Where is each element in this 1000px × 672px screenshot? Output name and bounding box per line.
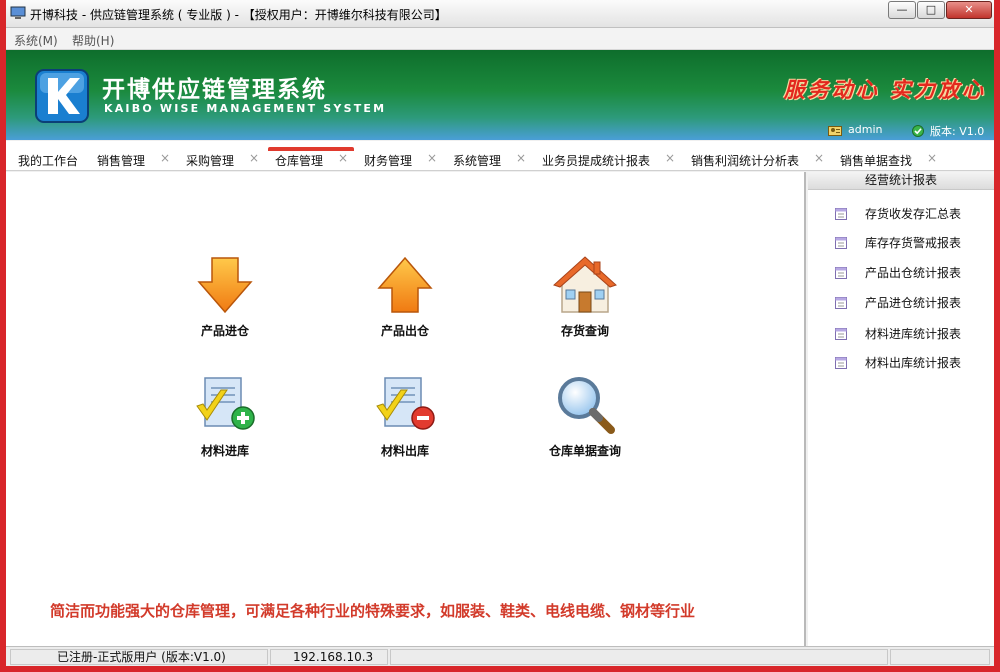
tile-label: 材料出库	[380, 444, 429, 458]
slogan: 服务动心 实力放心	[783, 77, 986, 102]
report-doc-icon	[835, 327, 847, 340]
promo-text: 简洁而功能强大的仓库管理，可满足各种行业的特殊要求，如服装、鞋类、电线电缆、钢材…	[50, 602, 696, 620]
tab-close-icon[interactable]: ×	[160, 151, 170, 165]
tab-close-icon[interactable]: ×	[814, 151, 824, 165]
minimize-button[interactable]: —	[888, 1, 916, 19]
side-item-stock-alert[interactable]: 库存存货警戒报表	[834, 234, 961, 251]
report-doc-icon	[835, 236, 847, 249]
tile-label: 材料进库	[200, 444, 249, 458]
tab-workbench[interactable]: 我的工作台	[18, 152, 78, 169]
tab-close-icon[interactable]: ×	[516, 151, 526, 165]
header-banner: 开博供应链管理系统 KAIBO WISE MANAGEMENT SYSTEM 服…	[6, 50, 994, 140]
side-item-label: 材料进库统计报表	[865, 327, 962, 341]
inventory-query-tile[interactable]: 存货查询	[525, 254, 645, 339]
tab-sales-doc-search[interactable]: 销售单据查找	[840, 152, 912, 169]
menu-bar: 系统(M) 帮助(H)	[6, 28, 994, 50]
app-window: 开博科技 - 供应链管理系统 ( 专业版 ) - 【授权用户：开博维尔科技有限公…	[6, 0, 994, 666]
tab-close-icon[interactable]: ×	[665, 151, 675, 165]
report-doc-icon	[835, 356, 847, 369]
tab-finance[interactable]: 财务管理	[364, 152, 412, 169]
computer-icon	[10, 6, 26, 19]
report-doc-icon	[835, 266, 847, 279]
document-remove-icon	[376, 377, 435, 430]
tab-sales[interactable]: 销售管理	[97, 152, 145, 169]
side-panel-title: 经营统计报表	[808, 172, 994, 190]
arrow-up-icon	[377, 256, 433, 313]
arrow-down-icon	[197, 257, 253, 314]
tab-close-icon[interactable]: ×	[927, 151, 937, 165]
module-tabs: 我的工作台 销售管理 × 采购管理 × 仓库管理 × 财务管理 × 系统管理 ×…	[6, 141, 994, 171]
product-outbound-tile[interactable]: 产品出仓	[345, 254, 465, 339]
version-info: 版本: V1.0	[912, 123, 984, 139]
check-circle-icon	[912, 125, 924, 137]
side-item-material-in-report[interactable]: 材料进库统计报表	[834, 325, 961, 342]
tab-close-icon[interactable]: ×	[338, 151, 348, 165]
side-item-material-out-report[interactable]: 材料出库统计报表	[834, 354, 961, 371]
tile-label: 存货查询	[560, 324, 609, 338]
side-item-label: 产品出仓统计报表	[865, 266, 962, 280]
document-add-icon	[196, 377, 255, 430]
warehouse-doc-query-tile[interactable]: 仓库单据查询	[525, 374, 645, 459]
current-user: admin	[828, 123, 882, 136]
side-item-label: 产品进仓统计报表	[865, 296, 962, 310]
material-inbound-tile[interactable]: 材料进库	[165, 374, 285, 459]
report-doc-icon	[835, 207, 847, 220]
side-item-label: 库存存货警戒报表	[865, 236, 962, 250]
window-title: 开博科技 - 供应链管理系统 ( 专业版 ) - 【授权用户：开博维尔科技有限公…	[30, 8, 447, 22]
material-outbound-tile[interactable]: 材料出库	[345, 374, 465, 459]
product-inbound-tile[interactable]: 产品进仓	[165, 254, 285, 339]
tab-close-icon[interactable]: ×	[427, 151, 437, 165]
report-doc-icon	[835, 296, 847, 309]
side-item-label: 材料出库统计报表	[865, 356, 962, 370]
username: admin	[848, 123, 883, 136]
warehouse-workspace: 产品进仓 产品出仓 存货查询 材料进库 材料出库 仓库单据查询 简洁而功能强大的…	[6, 172, 806, 646]
side-item-inventory-summary[interactable]: 存货收发存汇总表	[834, 205, 961, 222]
registration-status: 已注册-正式版用户 (版本:V1.0)	[10, 649, 268, 665]
tile-label: 仓库单据查询	[548, 444, 621, 458]
menu-system[interactable]: 系统(M)	[14, 32, 58, 49]
title-bar: 开博科技 - 供应链管理系统 ( 专业版 ) - 【授权用户：开博维尔科技有限公…	[6, 0, 994, 28]
close-button[interactable]: ✕	[946, 1, 992, 19]
tile-label: 产品出仓	[380, 324, 429, 338]
report-side-panel: 经营统计报表 存货收发存汇总表 库存存货警戒报表 产品出仓统计报表 产品进仓统计…	[808, 172, 994, 646]
version-label: 版本: V1.0	[930, 125, 985, 138]
maximize-button[interactable]: □	[917, 1, 945, 19]
tab-profit-report[interactable]: 销售利润统计分析表	[691, 152, 799, 169]
tab-purchase[interactable]: 采购管理	[186, 152, 234, 169]
status-bar: 已注册-正式版用户 (版本:V1.0) 192.168.10.3	[6, 646, 994, 666]
kaibo-logo-icon	[35, 69, 89, 123]
tab-close-icon[interactable]: ×	[249, 151, 259, 165]
side-item-product-in-report[interactable]: 产品进仓统计报表	[834, 294, 961, 311]
tab-system[interactable]: 系统管理	[453, 152, 501, 169]
magnifier-icon	[558, 377, 615, 434]
app-subtitle: KAIBO WISE MANAGEMENT SYSTEM	[104, 102, 387, 115]
window-controls: — □ ✕	[887, 1, 992, 19]
tab-commission-report[interactable]: 业务员提成统计报表	[542, 152, 650, 169]
menu-help[interactable]: 帮助(H)	[72, 32, 114, 49]
server-ip: 192.168.10.3	[270, 649, 388, 665]
house-icon	[553, 256, 617, 313]
user-card-icon	[828, 125, 842, 136]
status-cell-empty	[390, 649, 888, 665]
tile-label: 产品进仓	[200, 324, 249, 338]
side-item-label: 存货收发存汇总表	[865, 207, 962, 221]
tab-warehouse[interactable]: 仓库管理	[275, 152, 323, 169]
status-cell-empty	[890, 649, 990, 665]
side-item-product-out-report[interactable]: 产品出仓统计报表	[834, 264, 961, 281]
app-title: 开博供应链管理系统	[102, 77, 327, 103]
